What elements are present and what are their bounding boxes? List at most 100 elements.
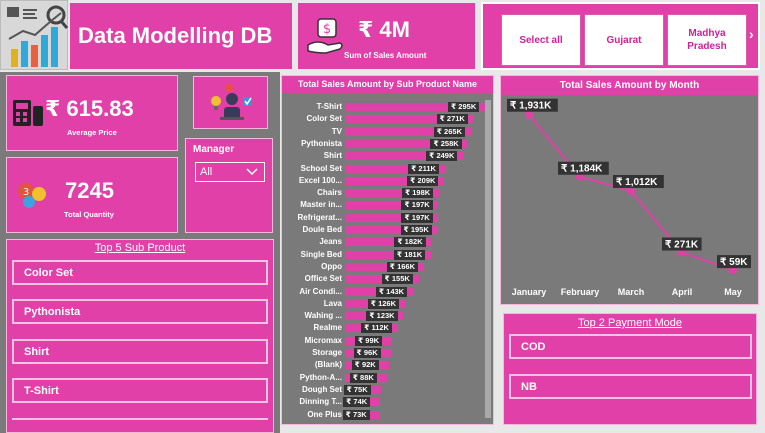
bar-category-label: Master in... — [300, 200, 342, 210]
top2-item-nb[interactable]: NB — [509, 374, 752, 399]
bar-value-label: ₹ 265K — [433, 126, 465, 137]
manager-dropdown[interactable]: All — [195, 162, 265, 182]
manager-idea-icon — [211, 84, 252, 120]
chevron-down-icon — [246, 168, 258, 176]
logo-tile — [0, 0, 69, 70]
avg-price-value: ₹ 615.83 — [45, 96, 134, 121]
bar-category-label: Refrigerat... — [297, 212, 342, 222]
list-item-label: T-Shirt — [24, 384, 59, 397]
slicer-option-label: Gujarat — [606, 34, 642, 46]
bar-value-label: ₹ 112K — [361, 323, 392, 334]
bar-category-label: One Plus — [307, 409, 342, 419]
bar-category-label: TV — [331, 126, 342, 136]
quantity-card: 3 7245 Total Quantity — [6, 157, 178, 233]
bar-value-label: ₹ 74K — [343, 397, 371, 408]
bar-category-label: Air Condi... — [299, 286, 342, 296]
slicer-option-select-all[interactable]: Select all — [501, 14, 581, 66]
top2-payment-mode-card: Top 2 Payment Mode COD NB — [503, 313, 757, 425]
line-chart-plot: ₹ 1,931K January ₹ 1,184K February ₹ 1,012K M… — [507, 98, 751, 297]
list-item-label: Color Set — [24, 266, 73, 279]
line-point[interactable] — [525, 110, 533, 119]
bar-value-label: ₹ 198K — [401, 188, 434, 199]
bar-value-label: ₹ 143K — [375, 286, 408, 297]
state-slicer: Select all Gujarat Madhya Pradesh › — [481, 2, 760, 70]
slicer-option-label: Select all — [519, 34, 563, 46]
bar-category-label: Oppo — [321, 261, 342, 271]
lottery-balls-icon: 3 — [18, 183, 46, 208]
svg-text:$: $ — [323, 22, 331, 37]
manager-filter-card: Manager All — [185, 138, 273, 233]
bar-chart-scrollbar[interactable] — [485, 100, 491, 418]
sales-kpi-value: ₹ 4M — [358, 17, 410, 42]
bar-chart-plot: T-Shirt ₹ 295K Color Set ₹ 271K TV ₹ 265K Pyth… — [282, 100, 485, 426]
bar-category-label: Single Bed — [300, 249, 342, 259]
slicer-option-gujarat[interactable]: Gujarat — [584, 14, 664, 66]
bar-category-label: Office Set — [304, 274, 342, 284]
avg-price-card: ₹ 615.83 Average Price — [6, 75, 178, 151]
x-tick-label: April — [672, 287, 693, 297]
list-item-label: COD — [521, 340, 546, 353]
slicer-option-madhya-pradesh[interactable]: Madhya Pradesh — [667, 14, 747, 66]
top2-item-cod[interactable]: COD — [509, 334, 752, 359]
top5-item-color-set[interactable]: Color Set — [12, 260, 268, 285]
bar-category-label: T-Shirt — [316, 102, 342, 111]
bar-category-label: Jeans — [319, 237, 342, 247]
manager-filter-label: Manager — [193, 144, 235, 155]
bar-category-label: School Set — [300, 163, 342, 173]
line-chart-title: Total Sales Amount by Month — [501, 76, 758, 95]
money-hand-icon: $ — [307, 18, 343, 54]
bar-value-label: ₹ 271K — [436, 114, 468, 125]
bar-value-label: ₹ 197K — [401, 212, 433, 223]
bar-value-label: ₹ 155K — [381, 274, 413, 285]
bar-category-label: Micromax — [304, 335, 342, 345]
list-item-label: Shirt — [24, 345, 50, 358]
line-value-label: ₹ 1,184K — [561, 164, 603, 175]
bar-value-label: ₹ 195K — [400, 225, 432, 235]
bar-category-label: Storage — [312, 348, 342, 357]
bar-value-label: ₹ 181K — [393, 249, 426, 260]
x-tick-label: February — [561, 287, 600, 297]
line-value-label: ₹ 271K — [665, 240, 699, 251]
quantity-value: 7245 — [65, 178, 114, 203]
bar-category-label: (Blank) — [314, 360, 342, 370]
line-value-label: ₹ 1,012K — [616, 177, 658, 188]
page-title: Data Modelling DB — [78, 23, 273, 48]
bar-category-label: Chairs — [317, 188, 342, 198]
quantity-label: Total Quantity — [64, 210, 114, 219]
title-banner: Data Modelling DB — [70, 3, 292, 69]
line-value-label: ₹ 59K — [720, 257, 748, 268]
bar-category-label: Dough Set — [302, 384, 342, 394]
bar-category-label: Lava — [323, 298, 342, 308]
slicer-next-arrow[interactable]: › — [749, 26, 754, 42]
bar-chart-panel: Total Sales Amount by Sub Product Name T… — [281, 75, 494, 425]
list-divider — [12, 418, 268, 420]
bar-value-label: ₹ 92K — [351, 360, 379, 371]
top5-item-t-shirt[interactable]: T-Shirt — [12, 378, 268, 403]
bar-category-label: Dinning T... — [299, 397, 342, 407]
bar-value-label: ₹ 209K — [407, 175, 439, 186]
line-point[interactable] — [627, 187, 635, 196]
bar-category-label: Pythonista — [301, 138, 342, 148]
bar-value-label: ₹ 258K — [430, 138, 462, 149]
bar-value-label: ₹ 123K — [366, 311, 398, 322]
avg-price-label: Average Price — [67, 128, 117, 137]
bar-value-label: ₹ 88K — [349, 372, 377, 383]
x-tick-label: May — [724, 287, 742, 297]
sales-kpi-label: Sum of Sales Amount — [344, 51, 427, 60]
calculator-icon — [13, 100, 43, 126]
bar-value-label: ₹ 295K — [448, 102, 480, 112]
top5-item-pythonista[interactable]: Pythonista — [12, 299, 268, 324]
bar-value-label: ₹ 249K — [426, 151, 458, 162]
analytics-logo-icon — [7, 5, 69, 67]
top5-title: Top 5 Sub Product — [94, 242, 186, 254]
bar-category-label: Shirt — [323, 151, 342, 161]
x-tick-label: March — [618, 287, 645, 297]
bar-category-label: Color Set — [306, 114, 342, 124]
bar-value-label: ₹ 211K — [408, 163, 439, 174]
bar-category-label: Realme — [313, 323, 342, 333]
bar-value-label: ₹ 126K — [367, 298, 400, 309]
top5-sub-product-card: Top 5 Sub Product Color Set Pythonista S… — [6, 239, 274, 433]
bar-value-label: ₹ 166K — [386, 261, 418, 272]
top5-item-shirt[interactable]: Shirt — [12, 339, 268, 364]
bar-category-label: Doule Bed — [302, 225, 342, 234]
